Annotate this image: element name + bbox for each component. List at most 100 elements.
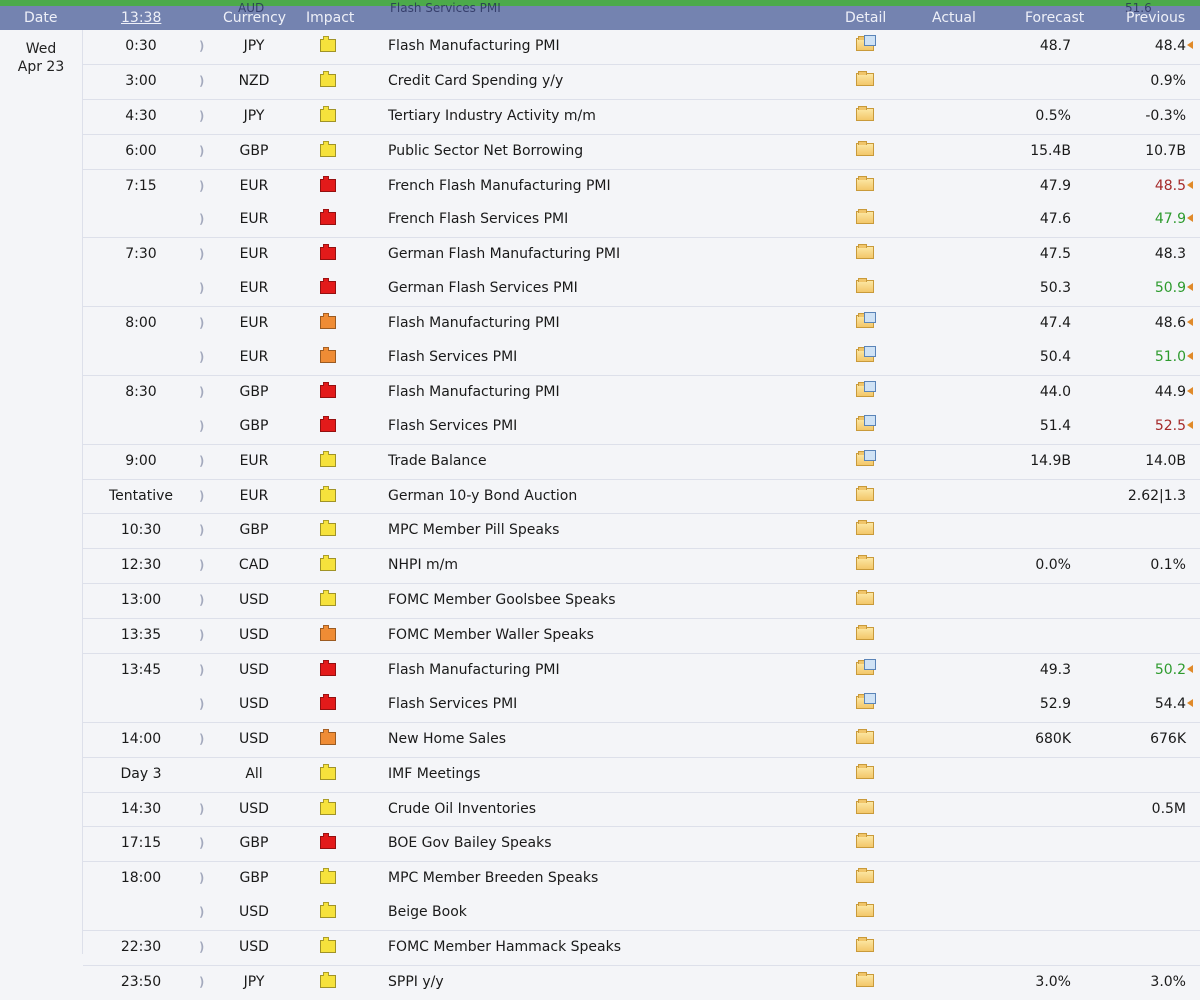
event-title[interactable]: FOMC Member Waller Speaks: [388, 626, 594, 644]
detail-folder-icon[interactable]: [856, 625, 874, 641]
impact-icon[interactable]: [320, 937, 336, 954]
impact-icon[interactable]: [320, 798, 336, 815]
sound-alert-icon[interactable]: )): [199, 487, 209, 505]
table-row[interactable]: 13:35)) USD FOMC Member Waller Speaks: [83, 618, 1200, 653]
table-row[interactable]: 8:30)) GBP Flash Manufacturing PMI 44.0 44.9: [83, 374, 1200, 410]
detail-folder-icon[interactable]: [856, 140, 874, 157]
impact-icon[interactable]: [320, 36, 336, 52]
detail-folder-icon[interactable]: [856, 414, 876, 432]
table-row[interactable]: 0:30)) JPY Flash Manufacturing PMI 48.7 48.4: [83, 30, 1200, 64]
revised-arrow-icon[interactable]: [1187, 420, 1193, 429]
impact-icon[interactable]: [320, 485, 336, 502]
detail-folder-icon[interactable]: [856, 209, 874, 225]
event-title[interactable]: Public Sector Net Borrowing: [388, 142, 583, 160]
detail-folder-icon[interactable]: [856, 555, 874, 571]
revised-arrow-icon[interactable]: [1187, 180, 1193, 189]
table-row[interactable]: 14:30)) USD Crude Oil Inventories 0.5M: [83, 791, 1200, 827]
detail-folder-icon[interactable]: [856, 520, 874, 536]
sound-alert-icon[interactable]: )): [199, 37, 209, 55]
table-row[interactable]: 7:15)) EUR French Flash Manufacturing PMI 4…: [83, 168, 1200, 204]
detail-folder-icon[interactable]: [856, 346, 876, 363]
table-row[interactable]: 6:00)) GBP Public Sector Net Borrowing 15.4…: [83, 133, 1200, 169]
detail-folder-icon[interactable]: [856, 278, 874, 294]
detail-folder-icon[interactable]: [856, 902, 874, 918]
event-title[interactable]: Flash Services PMI: [388, 417, 517, 435]
table-row[interactable]: Tentative)) EUR German 10-y Bond Auction 2.…: [83, 478, 1200, 514]
event-title[interactable]: Flash Manufacturing PMI: [388, 383, 560, 401]
impact-icon[interactable]: [320, 660, 336, 677]
sound-alert-icon[interactable]: )): [199, 72, 209, 90]
table-row[interactable]: 8:00)) EUR Flash Manufacturing PMI 47.4 48.6: [83, 306, 1200, 341]
event-title[interactable]: German Flash Manufacturing PMI: [388, 245, 620, 263]
impact-icon[interactable]: [320, 450, 336, 467]
event-title[interactable]: Flash Services PMI: [388, 695, 517, 713]
table-row[interactable]: 7:30)) EUR German Flash Manufacturing PMI 4…: [83, 237, 1200, 272]
sound-alert-icon[interactable]: )): [199, 245, 209, 263]
event-title[interactable]: German Flash Services PMI: [388, 279, 578, 297]
header-actual[interactable]: Actual: [932, 10, 976, 26]
sound-alert-icon[interactable]: )): [199, 903, 209, 921]
impact-icon[interactable]: [320, 278, 336, 295]
sound-alert-icon[interactable]: )): [199, 452, 209, 470]
event-title[interactable]: Crude Oil Inventories: [388, 800, 536, 818]
sound-alert-icon[interactable]: )): [199, 279, 209, 297]
impact-icon[interactable]: [320, 902, 336, 919]
impact-icon[interactable]: [320, 175, 336, 192]
event-title[interactable]: French Flash Services PMI: [388, 210, 568, 228]
table-row[interactable]: 9:00)) EUR Trade Balance 14.9B 14.0B: [83, 443, 1200, 479]
header-detail[interactable]: Detail: [845, 10, 886, 26]
event-title[interactable]: Beige Book: [388, 903, 467, 921]
table-row[interactable]: )) EUR Flash Services PMI 50.4 51.0: [83, 341, 1200, 375]
detail-folder-icon[interactable]: [856, 449, 876, 467]
event-title[interactable]: Flash Manufacturing PMI: [388, 314, 560, 332]
table-row[interactable]: 18:00)) GBP MPC Member Breeden Speaks: [83, 861, 1200, 896]
event-title[interactable]: FOMC Member Hammack Speaks: [388, 938, 621, 956]
sound-alert-icon[interactable]: )): [199, 591, 209, 609]
detail-folder-icon[interactable]: [856, 728, 874, 745]
event-title[interactable]: IMF Meetings: [388, 765, 480, 783]
sound-alert-icon[interactable]: )): [199, 210, 209, 228]
impact-icon[interactable]: [320, 347, 336, 364]
header-time[interactable]: 13:38: [121, 10, 161, 26]
table-row[interactable]: 12:30)) CAD NHPI m/m 0.0% 0.1%: [83, 548, 1200, 583]
detail-folder-icon[interactable]: [856, 763, 874, 780]
header-previous[interactable]: Previous: [1126, 10, 1185, 26]
impact-icon[interactable]: [320, 868, 336, 885]
event-title[interactable]: FOMC Member Goolsbee Speaks: [388, 591, 616, 609]
detail-folder-icon[interactable]: [856, 868, 874, 884]
sound-alert-icon[interactable]: )): [199, 314, 209, 332]
detail-folder-icon[interactable]: [856, 937, 874, 953]
table-row[interactable]: )) USD Beige Book: [83, 896, 1200, 930]
impact-icon[interactable]: [320, 140, 336, 157]
event-title[interactable]: New Home Sales: [388, 730, 506, 748]
sound-alert-icon[interactable]: )): [199, 869, 209, 887]
sound-alert-icon[interactable]: )): [199, 107, 209, 125]
revised-arrow-icon[interactable]: [1187, 665, 1193, 674]
impact-icon[interactable]: [320, 555, 336, 572]
table-row[interactable]: 3:00)) NZD Credit Card Spending y/y 0.9%: [83, 63, 1200, 99]
impact-icon[interactable]: [320, 972, 336, 989]
impact-icon[interactable]: [320, 244, 336, 261]
detail-folder-icon[interactable]: [856, 833, 874, 849]
table-row[interactable]: 13:45)) USD Flash Manufacturing PMI 49.3 50.…: [83, 653, 1200, 688]
detail-folder-icon[interactable]: [856, 692, 876, 710]
impact-icon[interactable]: [320, 728, 336, 745]
header-currency[interactable]: Currency: [223, 10, 286, 26]
impact-icon[interactable]: [320, 313, 336, 330]
event-title[interactable]: MPC Member Pill Speaks: [388, 521, 559, 539]
event-title[interactable]: German 10-y Bond Auction: [388, 487, 577, 505]
header-impact[interactable]: Impact: [306, 10, 354, 26]
impact-icon[interactable]: [320, 590, 336, 607]
table-row[interactable]: 17:15)) GBP BOE Gov Bailey Speaks: [83, 826, 1200, 861]
table-row[interactable]: Day 3 All IMF Meetings: [83, 756, 1200, 792]
impact-icon[interactable]: [320, 105, 336, 122]
event-title[interactable]: BOE Gov Bailey Speaks: [388, 834, 552, 852]
sound-alert-icon[interactable]: )): [199, 556, 209, 574]
table-row[interactable]: )) GBP Flash Services PMI 51.4 52.5: [83, 410, 1200, 444]
table-row[interactable]: )) USD Flash Services PMI 52.9 54.4: [83, 688, 1200, 722]
event-title[interactable]: MPC Member Breeden Speaks: [388, 869, 598, 887]
revised-arrow-icon[interactable]: [1187, 318, 1193, 327]
revised-arrow-icon[interactable]: [1187, 41, 1193, 49]
detail-folder-icon[interactable]: [856, 70, 874, 87]
sound-alert-icon[interactable]: )): [199, 730, 209, 748]
